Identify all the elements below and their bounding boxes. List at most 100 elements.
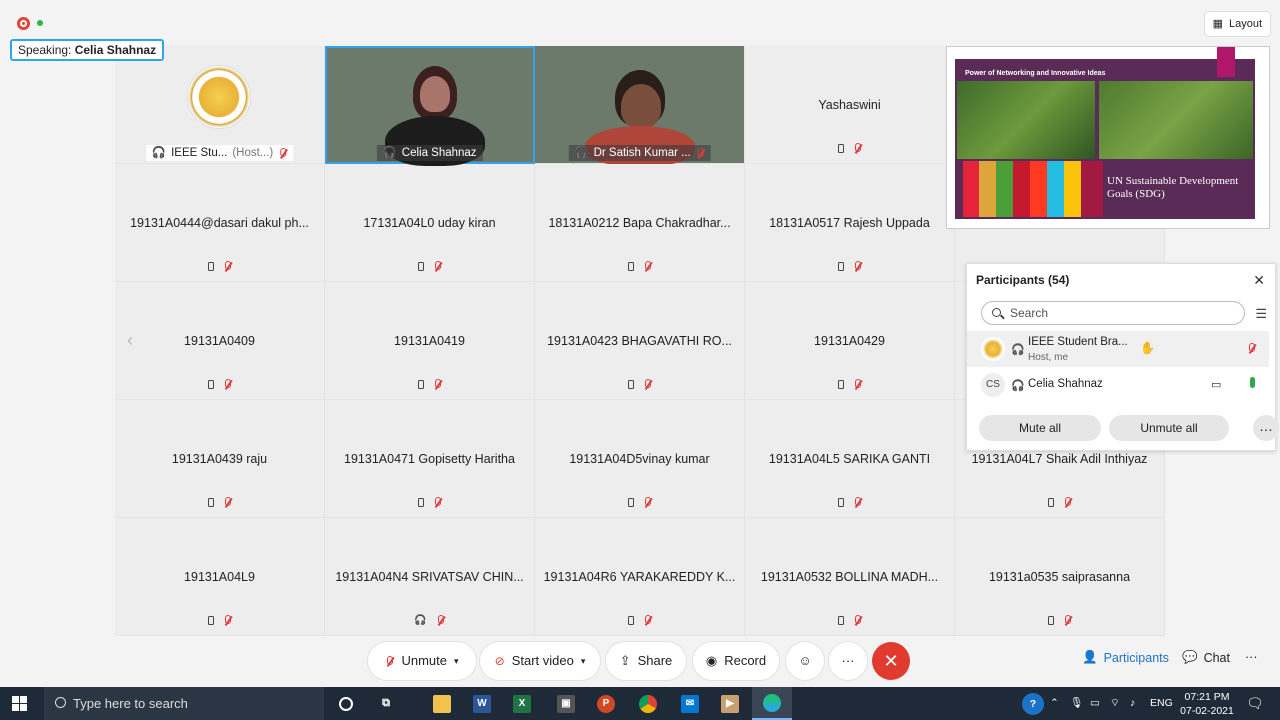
more-icon: ··· <box>841 653 855 668</box>
participant-tile[interactable]: 19131A0423 BHAGAVATHI RO... <box>535 282 745 400</box>
muted-mic-icon <box>696 147 705 159</box>
mute-all-button[interactable]: Mute all <box>979 415 1101 441</box>
participant-tile[interactable]: 19131A04L5 SARIKA GANTI <box>745 400 955 518</box>
participant-name: 19131A0429 <box>814 333 885 348</box>
slide-photo-right <box>1099 81 1253 159</box>
shared-content-thumbnail[interactable]: Power of Networking and Innovative Ideas… <box>946 46 1270 229</box>
word-icon[interactable]: W <box>462 687 502 720</box>
system-clock[interactable]: 07:21 PM 07-02-2021 <box>1176 690 1238 718</box>
participant-tile[interactable]: 19131A04D5vinay kumar <box>535 400 745 518</box>
participant-name: 19131A0419 <box>394 333 465 348</box>
muted-mic-icon <box>853 143 862 154</box>
participant-tile[interactable]: 🎧 IEEE Stu... (Host...) <box>115 46 325 164</box>
tile-namebar: 🎧 Celia Shahnaz <box>376 145 483 161</box>
video-camera-icon[interactable]: ▭ <box>1211 378 1221 391</box>
participant-tile[interactable]: 19131A04R6 YARAKAREDDY K... <box>535 518 745 636</box>
connection-status-icon <box>37 20 43 26</box>
speaking-name: Celia Shahnaz <box>74 43 157 57</box>
more-options-icon[interactable]: … <box>1253 415 1279 441</box>
phone-icon <box>837 144 844 153</box>
speaking-indicator: Speaking: Celia Shahnaz <box>10 39 165 61</box>
participant-tile[interactable]: 17131A04L0 uday kiran <box>325 164 535 282</box>
end-meeting-button[interactable]: ✕ <box>872 642 910 680</box>
participant-tile[interactable]: 19131A0444@dasari dakul ph... <box>115 164 325 282</box>
participants-toggle[interactable]: 👤 Participants <box>1082 650 1169 665</box>
participant-tile[interactable]: 19131A0429 <box>745 282 955 400</box>
participant-row[interactable]: CS 🎧 Celia Shahnaz ▭ <box>967 367 1269 403</box>
clock-date: 07-02-2021 <box>1180 705 1234 717</box>
participant-tile[interactable]: Yashaswini <box>745 46 955 164</box>
mic-tray-icon[interactable]: 🎙 <box>1070 687 1083 720</box>
participant-name: 19131A04N4 SRIVATSAV CHIN... <box>335 569 524 584</box>
muted-mic-icon <box>433 379 442 390</box>
sort-icon[interactable]: ☰ <box>1255 306 1267 322</box>
participant-search-input[interactable]: Search <box>981 301 1245 325</box>
windows-start-icon[interactable] <box>12 696 28 712</box>
webex-icon[interactable] <box>752 687 792 720</box>
active-mic-icon[interactable] <box>1250 377 1255 388</box>
tray-chevron-icon[interactable]: ⌃ <box>1050 687 1059 720</box>
participant-name: 19131A04L5 SARIKA GANTI <box>768 451 931 466</box>
raise-hand-icon[interactable]: ✋ <box>1140 341 1155 355</box>
sdg-icons-grid <box>963 161 1103 217</box>
language-indicator[interactable]: ENG <box>1150 687 1173 720</box>
more-icon[interactable]: ··· <box>1245 650 1258 664</box>
chat-toggle[interactable]: 💬 Chat <box>1182 650 1230 665</box>
participant-tile[interactable]: 19131A04L9 <box>115 518 325 636</box>
volume-icon[interactable]: ♪ <box>1130 687 1135 720</box>
meeting-controls: Unmute ▾ ⊘ Start video ▾ ⇪ Share ◉ Recor… <box>0 641 1280 681</box>
chevron-down-icon[interactable]: ▾ <box>581 642 586 680</box>
network-icon[interactable]: ⌔ <box>1110 687 1120 720</box>
unmute-all-button[interactable]: Unmute all <box>1109 415 1229 441</box>
more-button[interactable]: ··· <box>829 642 867 680</box>
file-explorer-icon[interactable] <box>422 687 462 720</box>
participant-tile[interactable]: ‹ 19131A0409 <box>115 282 325 400</box>
participant-tile[interactable]: 19131A0532 BOLLINA MADH... <box>745 518 955 636</box>
chevron-down-icon[interactable]: ▾ <box>454 642 459 680</box>
muted-mic-icon <box>223 379 232 390</box>
participant-tile[interactable]: 19131A04N4 SRIVATSAV CHIN... 🎧 <box>325 518 535 636</box>
excel-icon[interactable]: X <box>502 687 542 720</box>
slide-accent <box>1217 47 1235 77</box>
chrome-icon[interactable] <box>628 687 668 720</box>
participant-tile-active[interactable]: 🎧 Celia Shahnaz <box>325 46 535 166</box>
participant-row[interactable]: 🎧 IEEE Student Bra... Host, me ✋ <box>967 331 1269 367</box>
participant-tile[interactable]: 19131A0439 raju <box>115 400 325 518</box>
participant-tile[interactable]: 🎧 Dr Satish Kumar ... <box>535 46 745 166</box>
reactions-button[interactable]: ☺ <box>786 642 824 680</box>
media-player-icon[interactable]: ▶ <box>710 687 750 720</box>
close-icon: ✕ <box>883 651 899 671</box>
participant-name: 17131A04L0 uday kiran <box>363 215 496 230</box>
task-view-icon[interactable]: ⧉ <box>366 687 406 720</box>
participant-tile[interactable]: 19131A0471 Gopisetty Haritha <box>325 400 535 518</box>
muted-mic-icon <box>853 261 862 272</box>
record-button[interactable]: ◉ Record <box>693 642 779 680</box>
phone-icon <box>207 380 214 389</box>
tile-namebar: 🎧 IEEE Stu... (Host...) <box>145 145 294 161</box>
phone-icon <box>627 498 634 507</box>
layout-label: Layout <box>1228 18 1262 30</box>
taskbar-search-input[interactable]: Type here to search <box>44 687 324 720</box>
powerpoint-icon[interactable]: P <box>586 687 626 720</box>
mail-icon[interactable]: ✉ <box>670 687 710 720</box>
close-icon[interactable]: ✕ <box>1253 272 1265 289</box>
unmute-button[interactable]: Unmute ▾ <box>368 642 476 680</box>
muted-mic-icon[interactable] <box>1247 343 1256 354</box>
participant-tile[interactable]: 18131A0212 Bapa Chakradhar... <box>535 164 745 282</box>
notification-icon[interactable]: 🗨 <box>1246 687 1264 720</box>
start-video-button[interactable]: ⊘ Start video ▾ <box>480 642 600 680</box>
phone-icon <box>207 262 214 271</box>
layout-button[interactable]: ▦ Layout <box>1204 12 1270 36</box>
muted-mic-icon <box>223 497 232 508</box>
participant-tile[interactable]: 19131a0535 saiprasanna <box>955 518 1165 636</box>
participant-row-name: IEEE Student Bra... <box>1028 336 1128 348</box>
store-icon[interactable]: ▣ <box>546 687 586 720</box>
participant-tile[interactable]: 18131A0517 Rajesh Uppada <box>745 164 955 282</box>
participant-tile[interactable]: 19131A0419 <box>325 282 535 400</box>
participants-panel-title: Participants (54) <box>976 273 1070 287</box>
battery-icon[interactable]: ▭ <box>1090 687 1100 720</box>
phone-icon <box>837 380 844 389</box>
help-icon[interactable]: ? <box>1022 693 1044 715</box>
cortana-icon[interactable] <box>326 687 366 720</box>
share-button[interactable]: ⇪ Share <box>606 642 686 680</box>
